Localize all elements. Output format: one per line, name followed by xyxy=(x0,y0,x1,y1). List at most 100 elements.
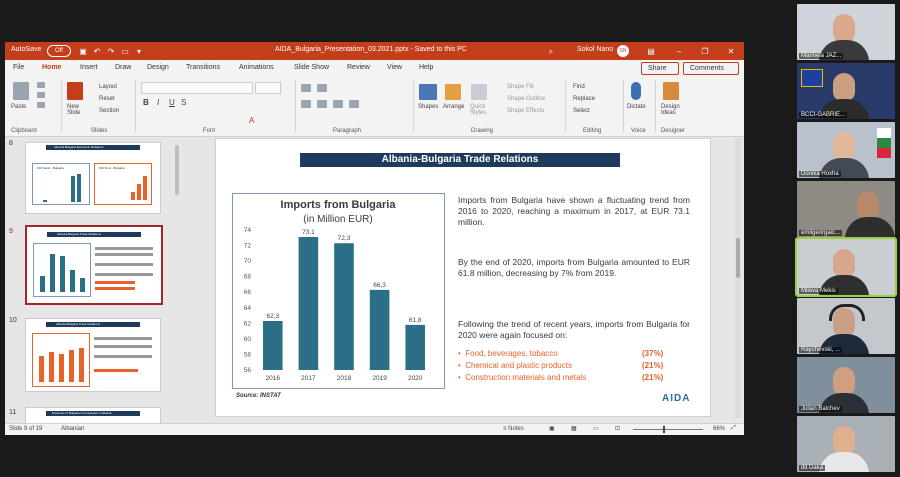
participant-tile[interactable]: Julian Balchev xyxy=(797,357,895,413)
tab-review[interactable]: Review xyxy=(347,64,370,71)
restore-icon[interactable]: ❐ xyxy=(699,46,711,58)
normal-view-icon[interactable]: ▣ xyxy=(549,425,555,432)
participant-tile[interactable]: Raychevski, ... xyxy=(797,298,895,354)
undo-icon[interactable]: ↶ xyxy=(91,46,103,58)
y-tick-label: 60 xyxy=(244,336,252,343)
tab-draw[interactable]: Draw xyxy=(115,64,131,71)
slide-scrollbar[interactable] xyxy=(735,138,741,418)
group-slides: Slides xyxy=(91,128,108,134)
minimize-icon[interactable]: – xyxy=(673,46,685,58)
user-avatar[interactable]: SN xyxy=(617,45,629,57)
tab-insert[interactable]: Insert xyxy=(80,64,98,71)
section-button[interactable]: Section xyxy=(99,108,119,114)
search-icon[interactable]: ⌕ xyxy=(545,46,557,58)
shape-fill-button[interactable]: Shape Fill xyxy=(507,84,534,90)
format-painter-icon[interactable] xyxy=(37,102,45,108)
thumbnail-slide-8[interactable]: Albania-Bulgaria Economic Relations FDI … xyxy=(25,142,161,214)
bar-2020 xyxy=(405,324,425,370)
notes-button[interactable]: ≡ Notes xyxy=(503,426,524,432)
design-ideas-icon[interactable] xyxy=(663,82,679,100)
thumb-title: Presence of Bulgarian Companies in Alban… xyxy=(52,411,112,415)
shape-effects-button[interactable]: Shape Effects xyxy=(507,108,544,114)
find-button[interactable]: Find xyxy=(573,84,585,90)
justify-icon[interactable] xyxy=(349,100,359,108)
bulgaria-flag-icon xyxy=(877,128,891,158)
layout-button[interactable]: Layout xyxy=(99,84,117,90)
participant-tile[interactable]: emilgeorgaic... xyxy=(797,181,895,237)
font-name-select[interactable] xyxy=(141,82,253,94)
thumbnails-scrollbar[interactable] xyxy=(175,145,179,195)
microphone-icon[interactable] xyxy=(631,82,641,100)
tab-animations[interactable]: Animations xyxy=(239,64,274,71)
align-left-icon[interactable] xyxy=(301,100,311,108)
shapes-icon[interactable] xyxy=(419,84,437,100)
language-indicator[interactable]: Albanian xyxy=(61,426,84,432)
bullets-icon[interactable] xyxy=(301,84,311,92)
arrange-icon[interactable] xyxy=(445,84,461,100)
participant-tile[interactable]: BCCI-GABRIE... xyxy=(797,63,895,119)
slideshow-icon[interactable]: ⊡ xyxy=(615,425,620,432)
bar-2016 xyxy=(263,321,283,370)
align-right-icon[interactable] xyxy=(333,100,343,108)
underline-icon[interactable]: U xyxy=(169,98,175,107)
zoom-slider-handle[interactable] xyxy=(663,426,665,433)
autosave-toggle[interactable]: Off xyxy=(47,45,71,57)
thumb-number: 10 xyxy=(9,317,17,324)
redo-icon[interactable]: ↷ xyxy=(105,46,117,58)
presentation-icon[interactable]: ▭ xyxy=(119,46,131,58)
tab-slide-show[interactable]: Slide Show xyxy=(294,64,329,71)
tab-transitions[interactable]: Transitions xyxy=(186,64,220,71)
participant-tile[interactable]: Donika Hoxha xyxy=(797,122,895,178)
participant-tile-active-speaker[interactable]: Mileva Meksi xyxy=(795,237,897,297)
fit-slide-icon[interactable]: ⤢ xyxy=(731,425,736,432)
participant-tile[interactable]: Marinela JAZ... xyxy=(797,4,895,60)
ribbon-display-icon[interactable]: ▤ xyxy=(645,46,657,58)
font-color-icon[interactable]: A xyxy=(249,116,254,125)
quick-styles-icon[interactable] xyxy=(471,84,487,100)
group-divider xyxy=(623,80,624,132)
numbering-icon[interactable] xyxy=(317,84,327,92)
reading-view-icon[interactable]: ▭ xyxy=(593,425,599,432)
thumbnail-slide-9[interactable]: Albania-Bulgaria Trade Relations xyxy=(25,225,163,305)
paragraph-2: By the end of 2020, imports from Bulgari… xyxy=(458,257,690,278)
zoom-level[interactable]: 66% xyxy=(713,426,725,432)
bar-2018 xyxy=(334,243,354,370)
new-slide-label: New Slide xyxy=(67,104,81,116)
arrange-label: Arrange xyxy=(443,104,465,110)
replace-button[interactable]: Replace xyxy=(573,96,595,102)
comments-button[interactable]: Comments xyxy=(683,62,739,75)
customize-icon[interactable]: ▾ xyxy=(133,46,145,58)
font-size-select[interactable] xyxy=(255,82,281,94)
y-tick-label: 68 xyxy=(244,274,252,281)
y-tick-label: 70 xyxy=(244,258,252,265)
align-center-icon[interactable] xyxy=(317,100,327,108)
thumbnail-slide-10[interactable]: Albania-Bulgaria Trade Relations xyxy=(25,318,161,392)
share-button[interactable]: Share xyxy=(641,62,679,75)
participant-tile[interactable]: dit Daka xyxy=(797,416,895,472)
paste-icon[interactable] xyxy=(13,82,29,100)
copy-icon[interactable] xyxy=(37,92,45,98)
slide-sorter-icon[interactable]: ▦ xyxy=(571,425,577,432)
scrollbar-thumb[interactable] xyxy=(736,238,740,278)
new-slide-icon[interactable] xyxy=(67,82,83,100)
tab-file[interactable]: File xyxy=(13,64,24,71)
thumb-chart xyxy=(32,333,90,387)
tab-home[interactable]: Home xyxy=(42,64,61,71)
save-icon[interactable]: ▣ xyxy=(77,46,89,58)
close-icon[interactable]: ✕ xyxy=(725,46,737,58)
shape-outline-button[interactable]: Shape Outline xyxy=(507,96,545,102)
tab-design[interactable]: Design xyxy=(147,64,169,71)
reset-button[interactable]: Reset xyxy=(99,96,115,102)
tab-view[interactable]: View xyxy=(387,64,402,71)
tab-help[interactable]: Help xyxy=(419,64,433,71)
group-divider xyxy=(295,80,296,132)
select-button[interactable]: Select xyxy=(573,108,590,114)
paragraph-3: Following the trend of recent years, imp… xyxy=(458,319,690,340)
cut-icon[interactable] xyxy=(37,82,45,88)
italic-icon[interactable]: I xyxy=(157,98,159,107)
shadow-icon[interactable]: S xyxy=(181,98,186,107)
thumb-title: Albania-Bulgaria Trade Relations xyxy=(56,322,100,326)
y-tick-label: 66 xyxy=(244,289,252,296)
bold-icon[interactable]: B xyxy=(143,98,149,107)
zoom-slider[interactable] xyxy=(633,426,703,433)
